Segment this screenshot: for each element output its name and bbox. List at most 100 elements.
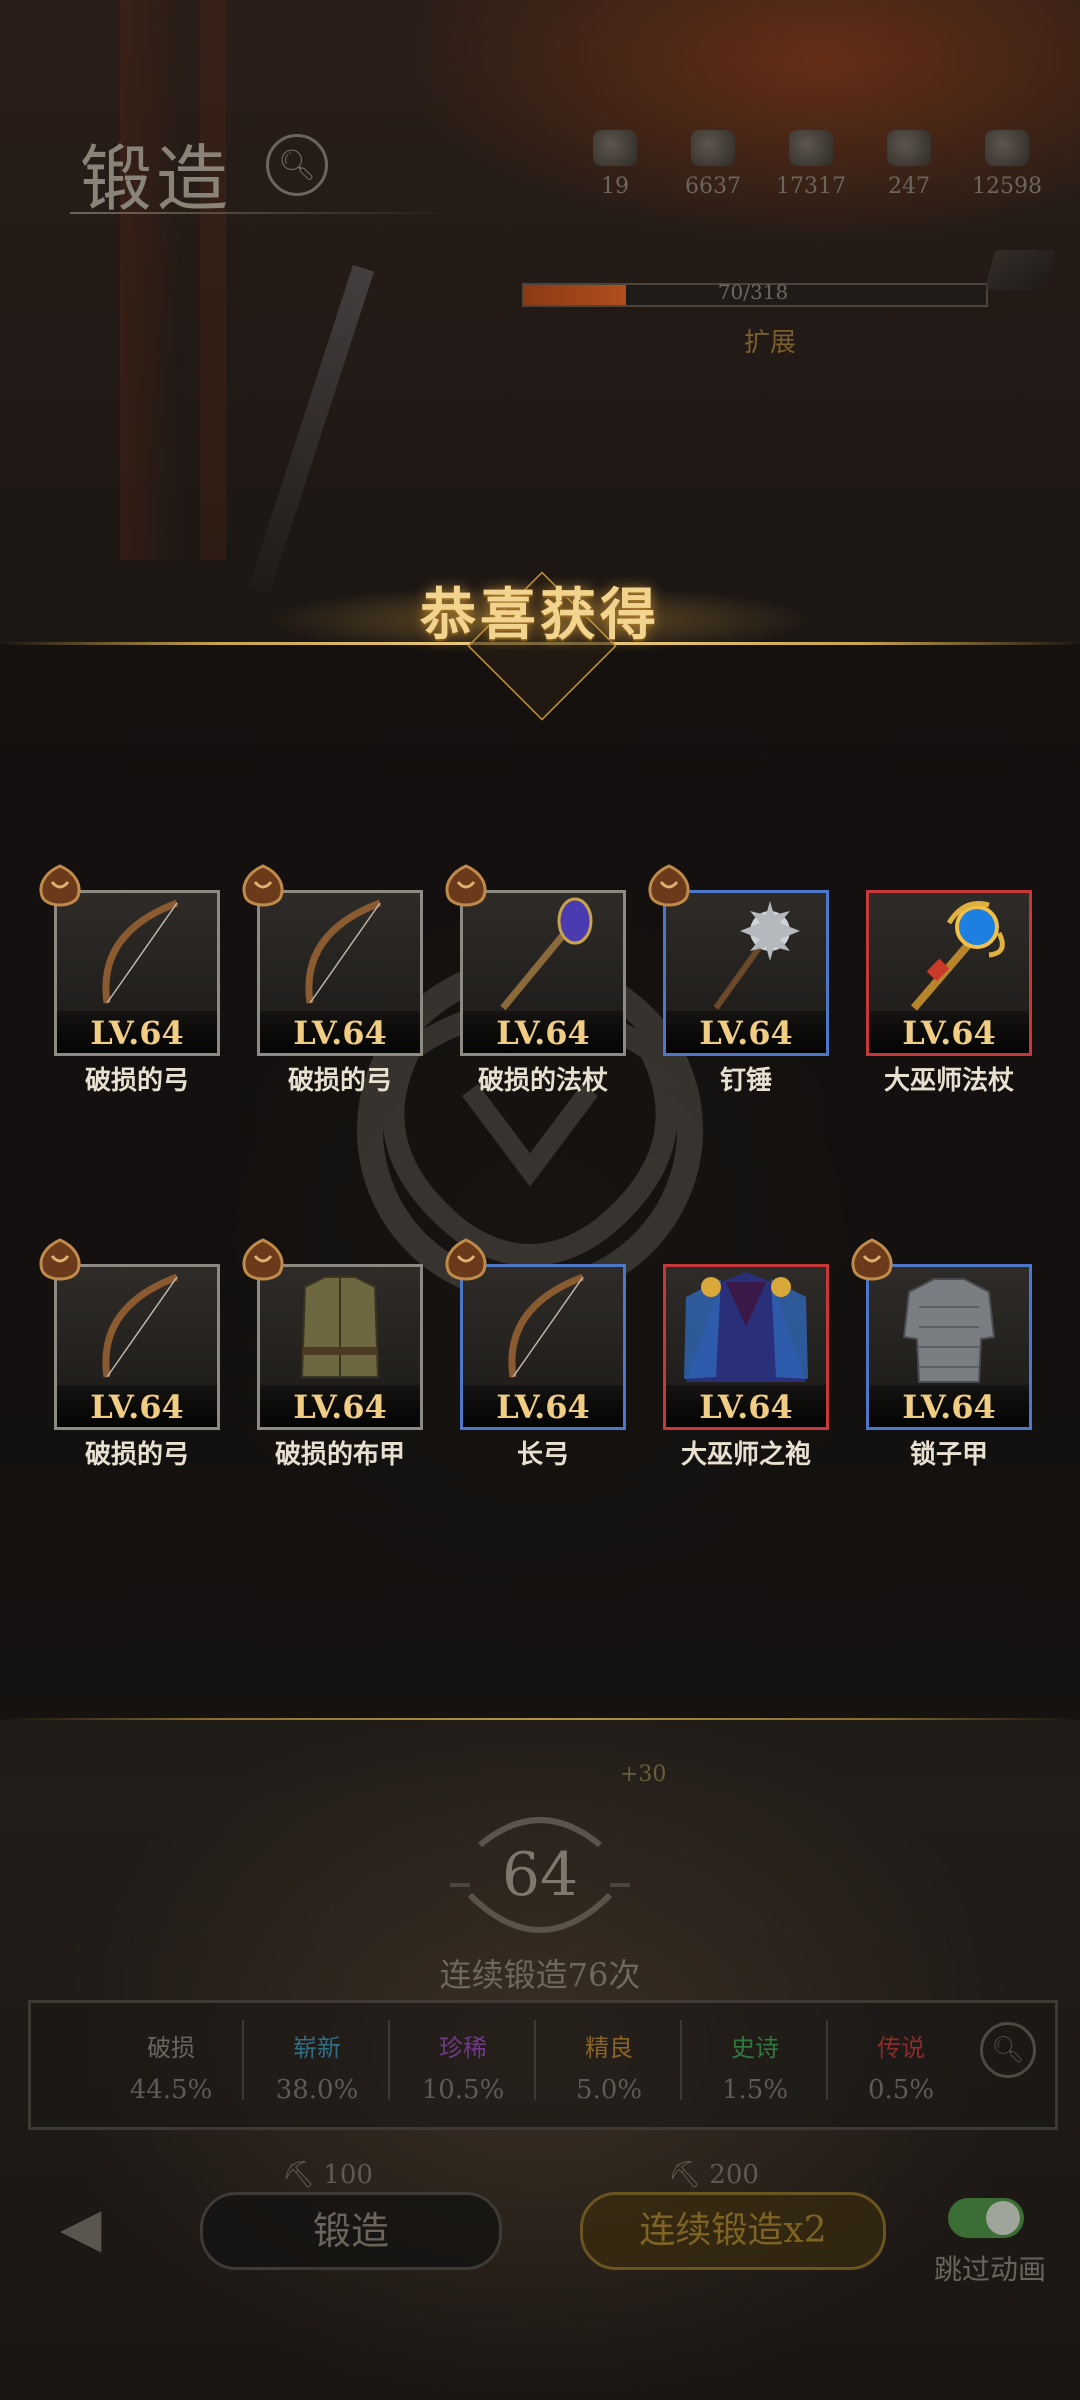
item-level: LV.64 bbox=[869, 1385, 1029, 1427]
item-level: LV.64 bbox=[57, 1011, 217, 1053]
resource-wood: 6637 bbox=[668, 130, 758, 199]
gold-icon bbox=[985, 130, 1029, 166]
reward-item[interactable]: LV.64 大巫师之袍 bbox=[663, 1264, 829, 1471]
flame-badge-icon bbox=[34, 1236, 86, 1288]
item-name: 破损的法杖 bbox=[477, 1066, 608, 1096]
item-frame: LV.64 bbox=[866, 1264, 1032, 1430]
overlay-bottom-line bbox=[0, 1718, 1080, 1720]
item-name: 锁子甲 bbox=[909, 1440, 988, 1470]
probability-value: 38.0% bbox=[275, 2075, 359, 2105]
probability-value: 1.5% bbox=[721, 2075, 789, 2105]
probability-label: 史诗 bbox=[731, 2034, 779, 2062]
resource-material: 19 bbox=[570, 130, 660, 199]
item-name: 破损的弓 bbox=[84, 1066, 189, 1096]
probability-value: 10.5% bbox=[421, 2075, 505, 2105]
probability-label: 珍稀 bbox=[439, 2034, 487, 2062]
item-frame: LV.64 bbox=[257, 1264, 423, 1430]
probability-item: 破损 44.5% bbox=[98, 2028, 244, 2105]
iron-icon bbox=[887, 130, 931, 166]
forge-level-bonus: +30 bbox=[620, 1762, 667, 1787]
item-level: LV.64 bbox=[666, 1011, 826, 1053]
probability-label: 传说 bbox=[877, 2034, 925, 2062]
title-underline bbox=[70, 212, 460, 214]
reward-item[interactable]: LV.64 破损的弓 bbox=[39, 864, 220, 1097]
flame-badge-icon bbox=[237, 1236, 289, 1288]
flame-badge-icon bbox=[237, 862, 289, 914]
search-icon[interactable]: 🔍︎ bbox=[266, 134, 328, 196]
probability-info-icon[interactable]: 🔍︎ bbox=[980, 2022, 1036, 2078]
probability-label: 破损 bbox=[147, 2034, 195, 2062]
probability-item: 珍稀 10.5% bbox=[390, 2028, 536, 2105]
reward-item[interactable]: LV.64 钉锤 bbox=[648, 864, 829, 1097]
probability-value: 0.5% bbox=[867, 2075, 935, 2105]
probability-item: 传说 0.5% bbox=[828, 2028, 974, 2105]
reward-item[interactable]: LV.64 破损的弓 bbox=[39, 1238, 220, 1471]
capacity-text: 70/318 bbox=[717, 280, 789, 304]
item-level: LV.64 bbox=[260, 1385, 420, 1427]
item-name: 破损的弓 bbox=[84, 1440, 189, 1470]
wood-icon bbox=[691, 130, 735, 166]
probability-item: 崭新 38.0% bbox=[244, 2028, 390, 2105]
page-title: 锻造 bbox=[80, 137, 233, 221]
probability-divider bbox=[534, 2020, 536, 2100]
item-frame: LV.64 bbox=[866, 890, 1032, 1056]
probability-divider bbox=[680, 2020, 682, 2100]
probability-divider bbox=[388, 2020, 390, 2100]
item-frame: LV.64 bbox=[257, 890, 423, 1056]
multi-forge-cost: ⛏︎ 200 bbox=[668, 2160, 759, 2190]
skip-animation-label: 跳过动画 bbox=[933, 2253, 1046, 2286]
reward-item[interactable]: LV.64 破损的法杖 bbox=[445, 864, 626, 1097]
reward-item[interactable]: LV.64 长弓 bbox=[445, 1238, 626, 1471]
anvil-icon bbox=[984, 250, 1056, 290]
reward-item[interactable]: LV.64 大巫师法杖 bbox=[866, 890, 1032, 1097]
background-pillar bbox=[120, 0, 180, 560]
reward-item[interactable]: LV.64 破损的布甲 bbox=[242, 1238, 423, 1471]
multi-forge-button[interactable]: 连续锻造x2 bbox=[580, 2192, 886, 2270]
flame-badge-icon bbox=[643, 862, 695, 914]
material-icon bbox=[593, 130, 637, 166]
item-name: 大巫师之袍 bbox=[680, 1440, 811, 1470]
probability-value: 44.5% bbox=[129, 2075, 213, 2105]
item-level: LV.64 bbox=[463, 1011, 623, 1053]
probability-item: 精良 5.0% bbox=[536, 2028, 682, 2105]
flame-badge-icon bbox=[34, 862, 86, 914]
forge-button[interactable]: 锻造 bbox=[200, 2192, 502, 2270]
resource-iron: 247 bbox=[864, 130, 954, 199]
item-frame: LV.64 bbox=[663, 1264, 829, 1430]
reward-item[interactable]: LV.64 锁子甲 bbox=[851, 1238, 1032, 1471]
probability-divider bbox=[826, 2020, 828, 2100]
back-arrow-icon[interactable]: ◀︎ bbox=[60, 2196, 140, 2259]
skip-animation-toggle[interactable] bbox=[948, 2198, 1024, 2238]
background-sword bbox=[248, 264, 374, 596]
forge-cost: ⛏︎ 100 bbox=[282, 2160, 373, 2190]
item-level: LV.64 bbox=[57, 1385, 217, 1427]
probability-label: 精良 bbox=[585, 2034, 633, 2062]
flame-badge-icon bbox=[440, 1236, 492, 1288]
item-frame: LV.64 bbox=[54, 1264, 220, 1430]
resource-gold: 12598 bbox=[962, 130, 1052, 199]
expand-button[interactable]: 扩展 bbox=[700, 322, 840, 359]
item-name: 长弓 bbox=[516, 1440, 569, 1470]
background-pillar bbox=[200, 0, 226, 560]
item-level: LV.64 bbox=[260, 1011, 420, 1053]
item-level: LV.64 bbox=[869, 1011, 1029, 1053]
forge-count-text: 连续锻造76次 bbox=[439, 1956, 641, 1994]
probability-divider bbox=[242, 2020, 244, 2100]
flame-badge-icon bbox=[440, 862, 492, 914]
reward-title: 恭喜获得 bbox=[420, 582, 660, 648]
item-frame: LV.64 bbox=[460, 890, 626, 1056]
item-name: 钉锤 bbox=[719, 1066, 772, 1096]
item-frame: LV.64 bbox=[54, 890, 220, 1056]
reward-item[interactable]: LV.64 破损的弓 bbox=[242, 864, 423, 1097]
resource-ore: 17317 bbox=[766, 130, 856, 199]
item-level: LV.64 bbox=[463, 1385, 623, 1427]
item-name: 破损的弓 bbox=[287, 1066, 392, 1096]
ore-icon bbox=[789, 130, 833, 166]
probability-value: 5.0% bbox=[575, 2075, 643, 2105]
item-frame: LV.64 bbox=[460, 1264, 626, 1430]
item-name: 破损的布甲 bbox=[274, 1440, 405, 1470]
item-level: LV.64 bbox=[666, 1385, 826, 1427]
toggle-knob bbox=[986, 2201, 1020, 2235]
probability-label: 崭新 bbox=[293, 2034, 341, 2062]
forge-level: 64 bbox=[501, 1840, 579, 1910]
